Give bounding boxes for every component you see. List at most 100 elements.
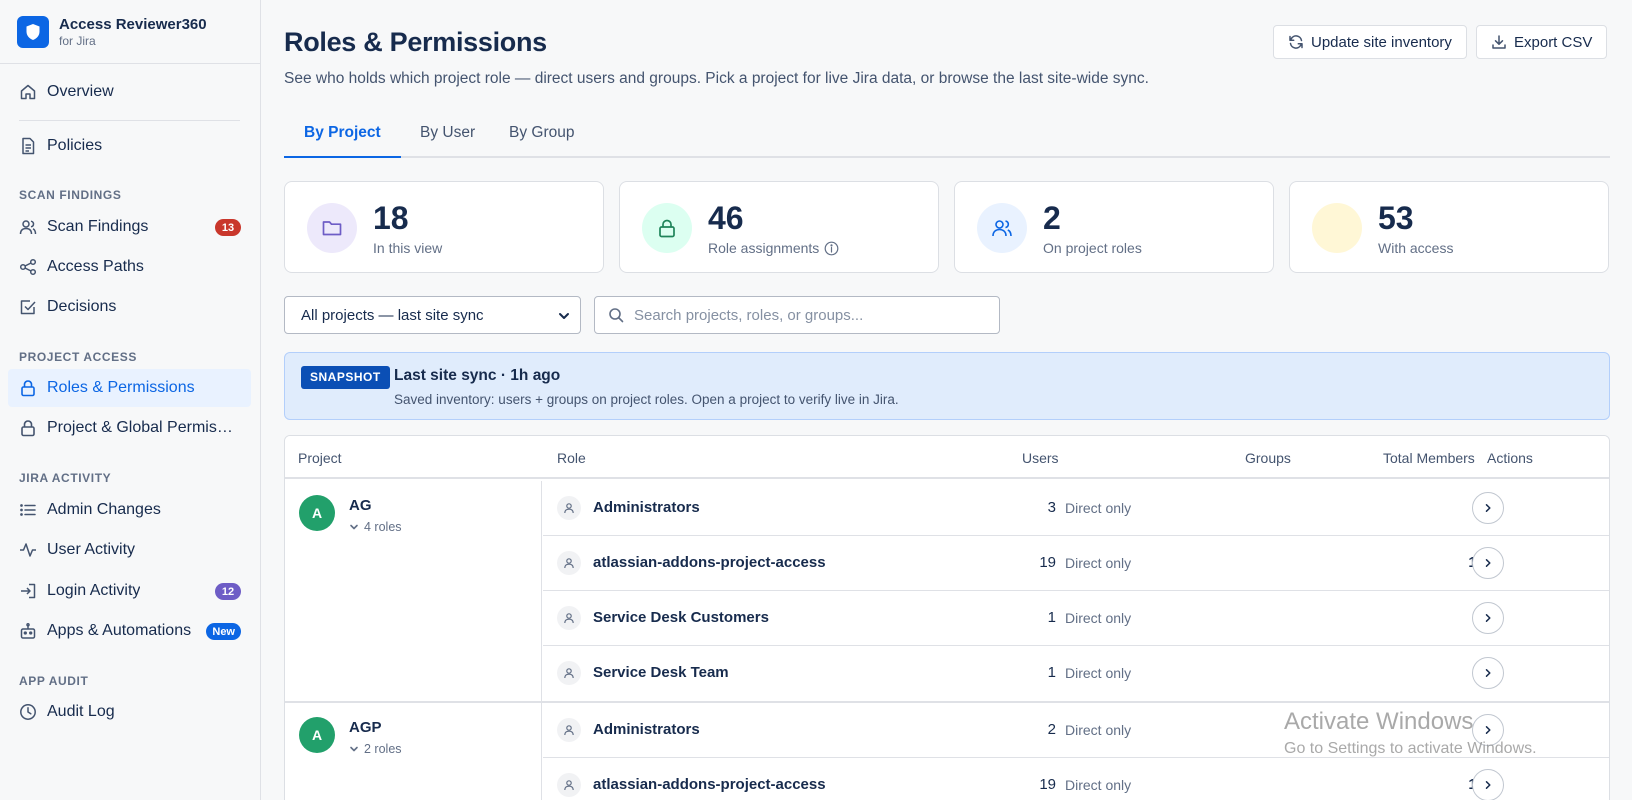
table-row: Service Desk Customers 1 Direct only 1 bbox=[543, 591, 1609, 646]
stat-card-projects: 18 In this view bbox=[284, 181, 604, 273]
role-name[interactable]: Administrators bbox=[593, 721, 700, 738]
banner-title: Last site sync · 1h ago bbox=[394, 367, 561, 384]
project-avatar: A bbox=[299, 495, 335, 531]
column-header-role[interactable]: Role bbox=[557, 450, 586, 466]
lock-icon bbox=[642, 203, 692, 253]
brand[interactable]: Access Reviewer360 for Jira bbox=[0, 0, 260, 64]
roles-toggle[interactable]: 4 roles bbox=[349, 520, 402, 534]
lock-icon bbox=[21, 420, 35, 437]
sidebar-item-decisions[interactable]: Decisions bbox=[8, 288, 251, 326]
tab-by-group[interactable]: By Group bbox=[489, 112, 594, 158]
project-select[interactable]: All projects — last site sync bbox=[284, 296, 581, 334]
sidebar-item-admin-changes[interactable]: Admin Changes bbox=[8, 491, 251, 529]
sidebar-item-scan-findings[interactable]: Scan Findings 13 bbox=[8, 208, 251, 246]
row-open-button[interactable] bbox=[1472, 602, 1504, 634]
sidebar-item-label: Scan Findings bbox=[47, 218, 149, 235]
sidebar-item-policies[interactable]: Policies bbox=[8, 127, 251, 165]
table-header: Project Role Users Groups Total Members … bbox=[285, 436, 1609, 479]
roles-count: 4 roles bbox=[364, 520, 402, 534]
role-name[interactable]: Service Desk Team bbox=[593, 664, 729, 681]
roles-toggle[interactable]: 2 roles bbox=[349, 742, 402, 756]
folder-icon bbox=[307, 203, 357, 253]
section-title-project-access: PROJECT ACCESS bbox=[19, 350, 137, 364]
app-subtitle: for Jira bbox=[59, 33, 96, 48]
tab-by-user[interactable]: By User bbox=[400, 112, 495, 158]
column-header-users[interactable]: Users bbox=[1022, 450, 1059, 466]
sidebar-item-user-activity[interactable]: User Activity bbox=[8, 531, 251, 569]
table-row: Administrators 2 Direct only 2 bbox=[543, 703, 1609, 758]
main-content: Roles & Permissions See who holds which … bbox=[262, 0, 1632, 800]
search-icon bbox=[609, 308, 624, 323]
sidebar-item-label: User Activity bbox=[47, 541, 136, 558]
list-icon bbox=[20, 504, 36, 516]
column-header-project[interactable]: Project bbox=[298, 450, 342, 466]
project-cell-ag: A AG 4 roles bbox=[285, 481, 542, 701]
stat-label-row: Role assignments bbox=[708, 240, 839, 256]
sidebar-item-label: Overview bbox=[47, 83, 114, 100]
column-header-actions: Actions bbox=[1487, 450, 1533, 466]
update-button-label: Update site inventory bbox=[1311, 33, 1452, 51]
sidebar-item-access-paths[interactable]: Access Paths bbox=[8, 248, 251, 286]
new-badge: New bbox=[206, 623, 241, 640]
checkbox-icon bbox=[20, 300, 36, 315]
sidebar-item-label: Login Activity bbox=[47, 582, 141, 599]
row-open-button[interactable] bbox=[1472, 547, 1504, 579]
sidebar-item-label: Apps & Automations bbox=[47, 622, 192, 639]
info-icon[interactable] bbox=[824, 241, 839, 256]
sidebar: Access Reviewer360 for Jira Overview Pol… bbox=[0, 0, 261, 800]
sidebar-item-label: Roles & Permissions bbox=[47, 379, 195, 396]
row-open-button[interactable] bbox=[1472, 492, 1504, 524]
sidebar-item-overview[interactable]: Overview bbox=[8, 73, 251, 111]
role-users-count: 1 bbox=[1047, 609, 1056, 626]
search-input[interactable] bbox=[634, 306, 994, 324]
column-header-groups[interactable]: Groups bbox=[1245, 450, 1291, 466]
row-open-button[interactable] bbox=[1472, 657, 1504, 689]
table-row: atlassian-addons-project-access 19 Direc… bbox=[543, 536, 1609, 591]
table-row: atlassian-addons-project-access 19 Direc… bbox=[543, 758, 1609, 800]
role-name[interactable]: atlassian-addons-project-access bbox=[593, 776, 826, 793]
stat-value: 53 bbox=[1378, 200, 1414, 236]
role-direct-label: Direct only bbox=[1065, 500, 1132, 516]
roles-count: 2 roles bbox=[364, 742, 402, 756]
tab-by-project[interactable]: By Project bbox=[284, 112, 401, 158]
chevron-right-icon bbox=[1485, 669, 1491, 677]
chevron-right-icon bbox=[1485, 504, 1491, 512]
user-icon bbox=[557, 661, 581, 685]
search-field[interactable] bbox=[594, 296, 1000, 334]
home-icon bbox=[20, 84, 36, 100]
project-select-value: All projects — last site sync bbox=[301, 306, 484, 324]
update-site-inventory-button[interactable]: Update site inventory bbox=[1273, 25, 1467, 59]
role-users-count: 19 bbox=[1039, 776, 1056, 793]
roles-table: Project Role Users Groups Total Members … bbox=[284, 435, 1610, 800]
role-name[interactable]: Service Desk Customers bbox=[593, 609, 769, 626]
export-button-label: Export CSV bbox=[1514, 33, 1593, 51]
sidebar-item-apps-automations[interactable]: Apps & Automations New bbox=[8, 612, 251, 650]
stat-value: 2 bbox=[1043, 200, 1061, 236]
lock-icon bbox=[21, 380, 35, 397]
role-name[interactable]: Administrators bbox=[593, 499, 700, 516]
row-open-button[interactable] bbox=[1472, 714, 1504, 746]
stat-card-on-project-roles: 2 On project roles bbox=[954, 181, 1274, 273]
sidebar-item-login-activity[interactable]: Login Activity 12 bbox=[8, 572, 251, 610]
stat-label: Role assignments bbox=[708, 240, 820, 256]
app-title: Access Reviewer360 bbox=[59, 15, 207, 33]
stat-card-role-assignments: 46 Role assignments bbox=[619, 181, 939, 273]
chevron-down-icon bbox=[559, 313, 569, 319]
login-activity-count-badge: 12 bbox=[215, 583, 241, 600]
stat-label: With access bbox=[1378, 240, 1454, 256]
project-key[interactable]: AG bbox=[349, 497, 372, 514]
sidebar-item-label: Project & Global Permissi... bbox=[47, 419, 237, 436]
sidebar-item-audit-log[interactable]: Audit Log bbox=[8, 693, 251, 731]
login-icon bbox=[21, 583, 36, 599]
page-title: Roles & Permissions bbox=[284, 27, 547, 57]
robot-icon bbox=[20, 623, 36, 639]
refresh-icon bbox=[1289, 35, 1303, 49]
project-key[interactable]: AGP bbox=[349, 719, 382, 736]
role-name[interactable]: atlassian-addons-project-access bbox=[593, 554, 826, 571]
role-direct-label: Direct only bbox=[1065, 555, 1132, 571]
sidebar-item-roles-permissions[interactable]: Roles & Permissions bbox=[8, 369, 251, 407]
sidebar-item-project-global-permissions[interactable]: Project & Global Permissi... bbox=[8, 409, 251, 447]
column-header-total-members[interactable]: Total Members bbox=[1383, 450, 1475, 466]
row-open-button[interactable] bbox=[1472, 769, 1504, 800]
export-csv-button[interactable]: Export CSV bbox=[1476, 25, 1608, 59]
